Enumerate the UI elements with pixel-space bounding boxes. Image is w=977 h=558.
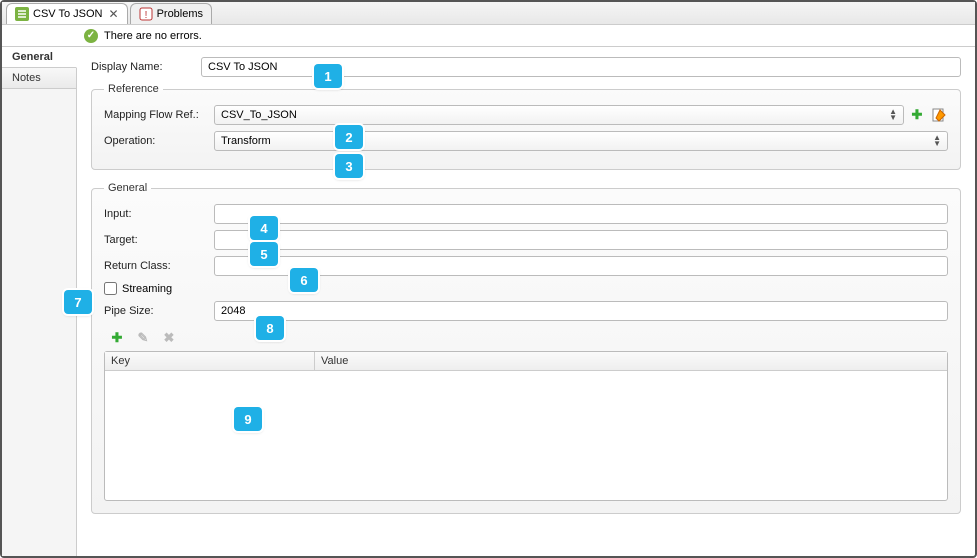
content-panel: Display Name: Reference Mapping Flow Ref… [77,47,975,556]
target-label: Target: [104,234,214,246]
mapping-label: Mapping Flow Ref.: [104,109,214,121]
tab-label: CSV To JSON [33,8,103,20]
callout-9: 9 [234,407,262,431]
general-legend: General [104,182,151,194]
kv-key-header[interactable]: Key [105,352,315,370]
callout-3: 3 [335,154,363,178]
callout-1: 1 [314,64,342,88]
add-icon[interactable]: ✚ [108,329,126,347]
reference-legend: Reference [104,83,163,95]
callout-8: 8 [256,316,284,340]
general-group: General Input: Target: Return Class: Str… [91,182,961,514]
close-icon[interactable]: ✕ [109,7,119,21]
operation-label: Operation: [104,135,214,147]
operation-select[interactable]: Transform ▲▼ [214,131,948,151]
operation-value: Transform [221,135,271,147]
return-class-field[interactable] [214,256,948,276]
pipe-size-field[interactable] [214,301,948,321]
streaming-label: Streaming [122,283,172,295]
callout-4: 4 [250,216,278,240]
kv-table[interactable]: Key Value [104,351,948,501]
edit-icon: ✎ [134,329,152,347]
select-arrows-icon: ▲▼ [889,109,897,121]
input-field[interactable] [214,204,948,224]
side-tab-notes[interactable]: Notes [2,68,76,89]
kv-toolbar: ✚ ✎ ✖ [104,329,948,347]
problems-icon: ! [139,7,153,21]
ok-icon: ✓ [84,29,98,43]
status-bar: ✓ There are no errors. [2,25,975,47]
input-label: Input: [104,208,214,220]
callout-7: 7 [64,290,92,314]
callout-6: 6 [290,268,318,292]
kv-header: Key Value [105,352,947,371]
svg-text:!: ! [144,10,147,21]
status-message: There are no errors. [104,30,202,42]
target-field[interactable] [214,230,948,250]
display-name-label: Display Name: [91,61,201,73]
kv-value-header[interactable]: Value [315,352,947,370]
edit-icon[interactable] [930,106,948,124]
tab-csv-to-json[interactable]: CSV To JSON ✕ [6,3,128,24]
streaming-checkbox[interactable] [104,282,117,295]
return-class-label: Return Class: [104,260,214,272]
callout-2: 2 [335,125,363,149]
mapper-icon [15,7,29,21]
mapping-select[interactable]: CSV_To_JSON ▲▼ [214,105,904,125]
add-icon[interactable]: ✚ [908,106,926,124]
delete-icon: ✖ [160,329,178,347]
reference-group: Reference Mapping Flow Ref.: CSV_To_JSON… [91,83,961,170]
pipe-size-label: Pipe Size: [104,305,214,317]
side-tab-general[interactable]: General [2,47,77,68]
tab-label: Problems [157,8,203,20]
select-arrows-icon: ▲▼ [933,135,941,147]
tab-problems[interactable]: ! Problems [130,3,212,24]
tab-bar: CSV To JSON ✕ ! Problems [2,2,975,25]
mapping-value: CSV_To_JSON [221,109,297,121]
callout-5: 5 [250,242,278,266]
